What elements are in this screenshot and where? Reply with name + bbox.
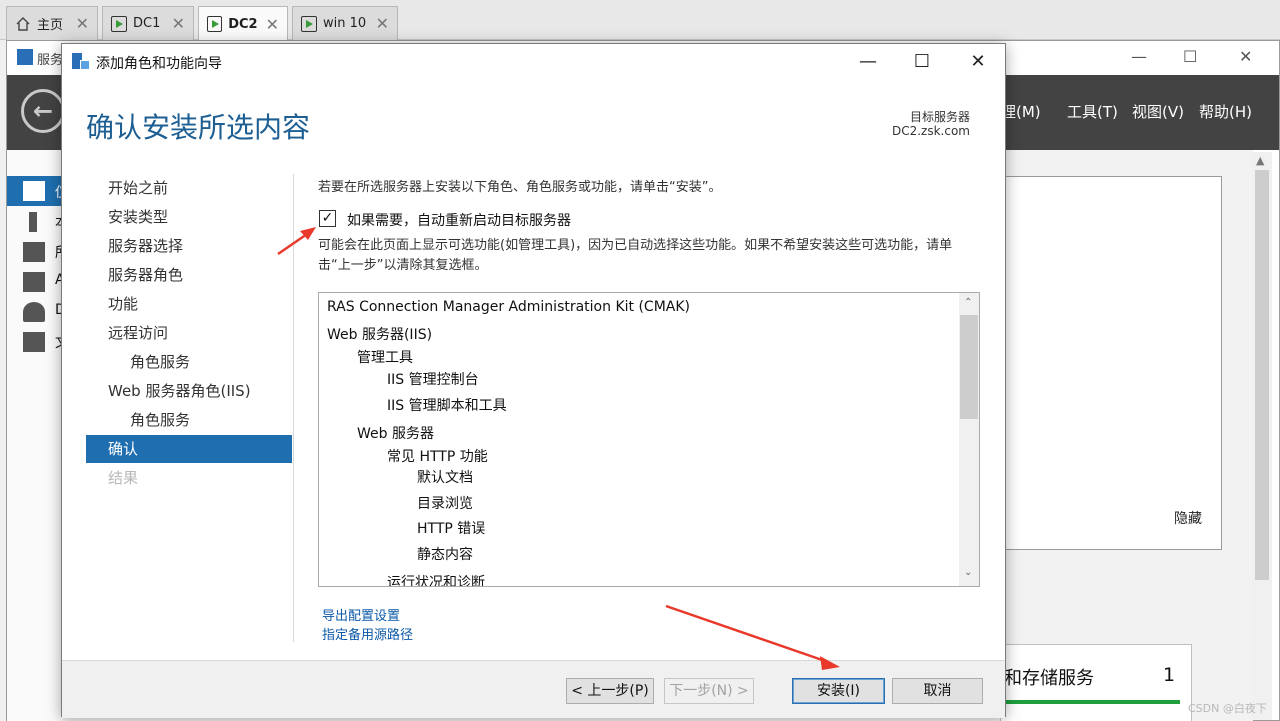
scrollbar-thumb[interactable] — [1255, 170, 1269, 580]
tab-label: DC1 — [133, 16, 161, 31]
list-item: HTTP 错误 — [417, 521, 486, 537]
list-item: 管理工具 — [357, 350, 413, 366]
step-remote-access[interactable]: 远程访问 — [86, 319, 292, 347]
server-manager-icon — [72, 53, 90, 71]
close-icon[interactable]: ✕ — [376, 14, 389, 33]
list-scrollbar[interactable]: ⌃ ⌄ — [959, 293, 979, 586]
menu-view[interactable]: 视图(V) — [1132, 101, 1184, 122]
tab-win10[interactable]: win 10 ✕ — [292, 6, 398, 40]
tab-label: win 10 — [323, 16, 367, 31]
step-results: 结果 — [108, 469, 139, 487]
vm-tab-strip: 主页 ✕ DC1 ✕ DC2 ✕ win 10 ✕ — [0, 0, 1280, 41]
install-button[interactable]: 安装(I) — [792, 678, 885, 704]
close-icon[interactable]: ✕ — [1239, 47, 1252, 66]
server-manager-scrollbar[interactable]: ▲ — [1252, 152, 1272, 720]
scroll-up-icon[interactable]: ▲ — [1256, 154, 1264, 167]
vm-icon — [301, 15, 317, 32]
ad-icon[interactable] — [23, 272, 45, 292]
chevron-up-icon[interactable]: ⌃ — [964, 297, 972, 308]
watermark: CSDN @白夜下 — [1188, 702, 1267, 715]
tab-label: DC2 — [228, 16, 258, 32]
wizard-footer: < 上一步(P) 下一步(N) > 安装(I) 取消 — [62, 660, 1005, 718]
back-arrow-icon[interactable]: ← — [21, 89, 65, 133]
wizard-title: 添加角色和功能向导 — [96, 56, 222, 72]
list-item: Web 服务器 — [357, 426, 434, 442]
step-server-roles[interactable]: 服务器角色 — [86, 261, 292, 289]
list-item: IIS 管理脚本和工具 — [387, 398, 507, 414]
minimize-icon[interactable]: — — [846, 48, 890, 76]
step-before-you-begin[interactable]: 开始之前 — [86, 174, 292, 202]
tab-dc1[interactable]: DC1 ✕ — [102, 6, 194, 40]
chevron-down-icon[interactable]: ⌄ — [964, 567, 972, 578]
all-servers-icon[interactable] — [23, 242, 45, 262]
role-tile-label: 和存储服务 — [1004, 668, 1094, 689]
vm-icon — [207, 16, 223, 32]
optional-features-note: 可能会在此页面上显示可选功能(如管理工具)，因为已自动选择这些功能。如果不希望安… — [318, 238, 953, 273]
list-item: 常见 HTTP 功能 — [387, 449, 488, 465]
list-item: 默认文档 — [417, 470, 473, 486]
page-title: 确认安装所选内容 — [86, 111, 311, 144]
tab-home[interactable]: 主页 ✕ — [6, 6, 98, 40]
file-services-icon[interactable] — [23, 332, 45, 352]
step-web-server-role[interactable]: Web 服务器角色(IIS) — [86, 377, 292, 405]
tab-dc2[interactable]: DC2 ✕ — [198, 6, 288, 41]
tab-label: 主页 — [37, 18, 64, 33]
cancel-button[interactable]: 取消 — [892, 678, 983, 704]
close-icon[interactable]: ✕ — [266, 15, 279, 34]
scrollbar-thumb[interactable] — [960, 315, 978, 419]
instruction-text: 若要在所选服务器上安装以下角色、角色服务或功能，请单击“安装”。 — [318, 180, 722, 195]
home-icon — [15, 16, 31, 32]
close-icon[interactable]: ✕ — [172, 14, 185, 33]
role-tile-status-bar — [1002, 700, 1180, 704]
export-config-link[interactable]: 导出配置设置 — [322, 605, 400, 624]
close-icon[interactable]: ✕ — [956, 48, 1000, 76]
add-roles-wizard: 添加角色和功能向导 — ☐ ✕ 确认安装所选内容 目标服务器 DC2.zsk.c… — [61, 43, 1006, 718]
target-server-value: DC2.zsk.com — [891, 124, 970, 138]
step-features[interactable]: 功能 — [86, 290, 292, 318]
wizard-titlebar: 添加角色和功能向导 — ☐ ✕ — [62, 44, 1005, 80]
restart-checkbox-label[interactable]: 如果需要，自动重新启动目标服务器 — [347, 210, 571, 230]
minimize-icon[interactable]: — — [1131, 47, 1147, 66]
step-confirmation[interactable]: 确认 — [86, 435, 292, 463]
divider — [293, 174, 294, 642]
list-item: 运行状况和诊断 — [387, 575, 485, 587]
alternate-source-link[interactable]: 指定备用源路径 — [322, 624, 413, 643]
role-tile-count: 1 — [1163, 664, 1176, 686]
menu-help[interactable]: 帮助(H) — [1199, 101, 1252, 122]
previous-button[interactable]: < 上一步(P) — [566, 678, 654, 704]
list-item: 目录浏览 — [417, 496, 473, 512]
close-icon[interactable]: ✕ — [76, 14, 89, 33]
list-item: 静态内容 — [417, 547, 473, 563]
dns-icon[interactable] — [23, 302, 45, 322]
list-item: RAS Connection Manager Administration Ki… — [327, 299, 690, 315]
next-button: 下一步(N) > — [664, 678, 754, 704]
hide-link[interactable]: 隐藏 — [1174, 508, 1202, 528]
server-manager-title: 服务 — [37, 53, 64, 68]
target-server-label: 目标服务器 — [909, 110, 970, 124]
list-item: Web 服务器(IIS) — [327, 327, 433, 343]
server-manager-icon — [17, 49, 33, 65]
maximize-icon[interactable]: ☐ — [900, 48, 944, 76]
step-role-services[interactable]: 角色服务 — [86, 406, 292, 434]
menu-tools[interactable]: 工具(T) — [1067, 101, 1118, 122]
menu-manage[interactable]: 理(M) — [1001, 101, 1041, 122]
step-server-selection[interactable]: 服务器选择 — [86, 232, 292, 260]
step-role-services[interactable]: 角色服务 — [86, 348, 292, 376]
selected-features-list[interactable]: RAS Connection Manager Administration Ki… — [318, 292, 980, 587]
server-manager-nav: 仪 本 所 A D 文 — [7, 150, 69, 721]
vm-icon — [111, 15, 127, 32]
local-server-icon[interactable] — [29, 212, 37, 232]
dashboard-icon[interactable] — [23, 181, 45, 201]
step-installation-type[interactable]: 安装类型 — [86, 203, 292, 231]
restart-checkbox[interactable]: ✓ — [319, 210, 336, 227]
list-item: IIS 管理控制台 — [387, 372, 479, 388]
maximize-icon[interactable]: ☐ — [1183, 47, 1197, 66]
